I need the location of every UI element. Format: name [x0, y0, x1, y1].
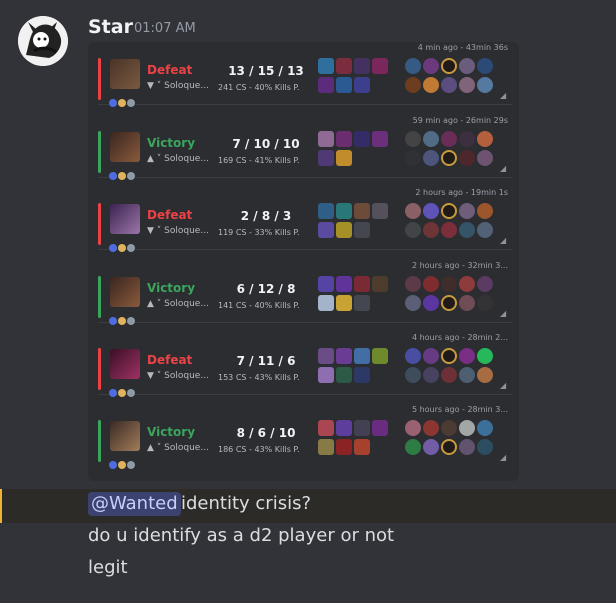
team-champion-icons [405, 203, 505, 241]
match-time: 4 min ago - 43min 36s [417, 43, 508, 52]
result-indicator [98, 420, 101, 462]
summoner-spell-icons [109, 454, 136, 469]
match-result: Victory [147, 136, 196, 150]
match-result: Defeat [147, 353, 193, 367]
cs-kill-participation: 241 CS - 40% Kills P. [218, 83, 300, 92]
rank-arrow-icon: ▲ ˅ [147, 154, 165, 164]
message-text: identity crisis? [181, 493, 312, 514]
match-row: Victory ▲ ˅ Soloque... 8 / 6 / 10 186 CS… [98, 404, 512, 469]
expand-icon: ◢ [500, 91, 507, 100]
team-champion-icons [405, 131, 505, 169]
item-icons [318, 58, 396, 96]
cs-kill-participation: 119 CS - 33% Kills P. [218, 228, 300, 237]
kda: 6 / 12 / 8 [236, 282, 296, 296]
match-row: Defeat ▼ ˅ Soloque... 7 / 11 / 6 153 CS … [98, 332, 512, 397]
team-champion-icons [405, 58, 505, 96]
team-champion-icons [405, 420, 505, 458]
queue-text: ▼ ˅ Soloque... [147, 226, 209, 236]
cs-kill-participation: 169 CS - 41% Kills P. [218, 156, 300, 165]
match-history-embed: Defeat ▼ ˅ Soloque... 13 / 15 / 13 241 C… [88, 42, 519, 481]
result-indicator [98, 131, 101, 173]
summoner-spell-icons [109, 92, 136, 107]
item-icons [318, 420, 396, 458]
cs-kill-participation: 141 CS - 40% Kills P. [218, 301, 300, 310]
champion-icon [110, 421, 140, 451]
kda: 2 / 8 / 3 [240, 209, 292, 223]
summoner-spell-icons [109, 237, 136, 252]
expand-icon: ◢ [500, 381, 507, 390]
rank-arrow-icon: ▼ ˅ [147, 226, 165, 236]
rank-arrow-icon: ▲ ˅ [147, 443, 165, 453]
rank-arrow-icon: ▼ ˅ [147, 371, 165, 381]
kda: 8 / 6 / 10 [236, 426, 296, 440]
message-line: legit [88, 557, 128, 578]
champion-icon [110, 204, 140, 234]
queue-text: ▼ ˅ Soloque... [147, 81, 209, 91]
match-time: 5 hours ago - 28min 3... [411, 405, 508, 414]
queue-text: ▼ ˅ Soloque... [147, 371, 209, 381]
match-row: Defeat ▼ ˅ Soloque... 2 / 8 / 3 119 CS -… [98, 187, 512, 252]
expand-icon: ◢ [500, 236, 507, 245]
queue-text: ▲ ˅ Soloque... [147, 299, 209, 309]
expand-icon: ◢ [500, 453, 507, 462]
item-icons [318, 131, 396, 169]
match-time: 59 min ago - 26min 29s [412, 116, 508, 125]
champion-icon [110, 277, 140, 307]
queue-text: ▲ ˅ Soloque... [147, 443, 209, 453]
kda: 7 / 11 / 6 [236, 354, 296, 368]
match-time: 2 hours ago - 19min 1s [415, 188, 508, 197]
match-time: 4 hours ago - 28min 2... [411, 333, 508, 342]
match-result: Victory [147, 425, 196, 439]
expand-icon: ◢ [500, 309, 507, 318]
expand-icon: ◢ [500, 164, 507, 173]
mention-highlight-bar [0, 489, 2, 523]
rank-arrow-icon: ▲ ˅ [147, 299, 165, 309]
cs-kill-participation: 153 CS - 43% Kills P. [218, 373, 300, 382]
author-avatar[interactable] [18, 16, 68, 66]
rank-arrow-icon: ▼ ˅ [147, 81, 165, 91]
match-result: Defeat [147, 208, 193, 222]
result-indicator [98, 276, 101, 318]
author-name[interactable]: Star [88, 16, 133, 38]
item-icons [318, 276, 396, 314]
match-row: Defeat ▼ ˅ Soloque... 13 / 15 / 13 241 C… [98, 42, 512, 107]
match-row: Victory ▲ ˅ Soloque... 7 / 10 / 10 169 C… [98, 115, 512, 180]
team-champion-icons [405, 276, 505, 314]
message-timestamp: 01:07 AM [134, 21, 196, 36]
queue-text: ▲ ˅ Soloque... [147, 154, 209, 164]
match-result: Defeat [147, 63, 193, 77]
summoner-spell-icons [109, 165, 136, 180]
message-line: do u identify as a d2 player or not [88, 525, 395, 546]
cs-kill-participation: 186 CS - 43% Kills P. [218, 445, 300, 454]
summoner-spell-icons [109, 382, 136, 397]
match-result: Victory [147, 281, 196, 295]
match-row: Victory ▲ ˅ Soloque... 6 / 12 / 8 141 CS… [98, 260, 512, 325]
result-indicator [98, 58, 101, 100]
champion-icon [110, 349, 140, 379]
user-mention[interactable]: @Wanted [88, 492, 181, 516]
item-icons [318, 348, 396, 386]
champion-icon [110, 59, 140, 89]
result-indicator [98, 203, 101, 245]
champion-icon [110, 132, 140, 162]
result-indicator [98, 348, 101, 390]
summoner-spell-icons [109, 310, 136, 325]
kda: 13 / 15 / 13 [228, 64, 304, 78]
item-icons [318, 203, 396, 241]
kda: 7 / 10 / 10 [232, 137, 300, 151]
team-champion-icons [405, 348, 505, 386]
match-time: 2 hours ago - 32min 3... [411, 261, 508, 270]
